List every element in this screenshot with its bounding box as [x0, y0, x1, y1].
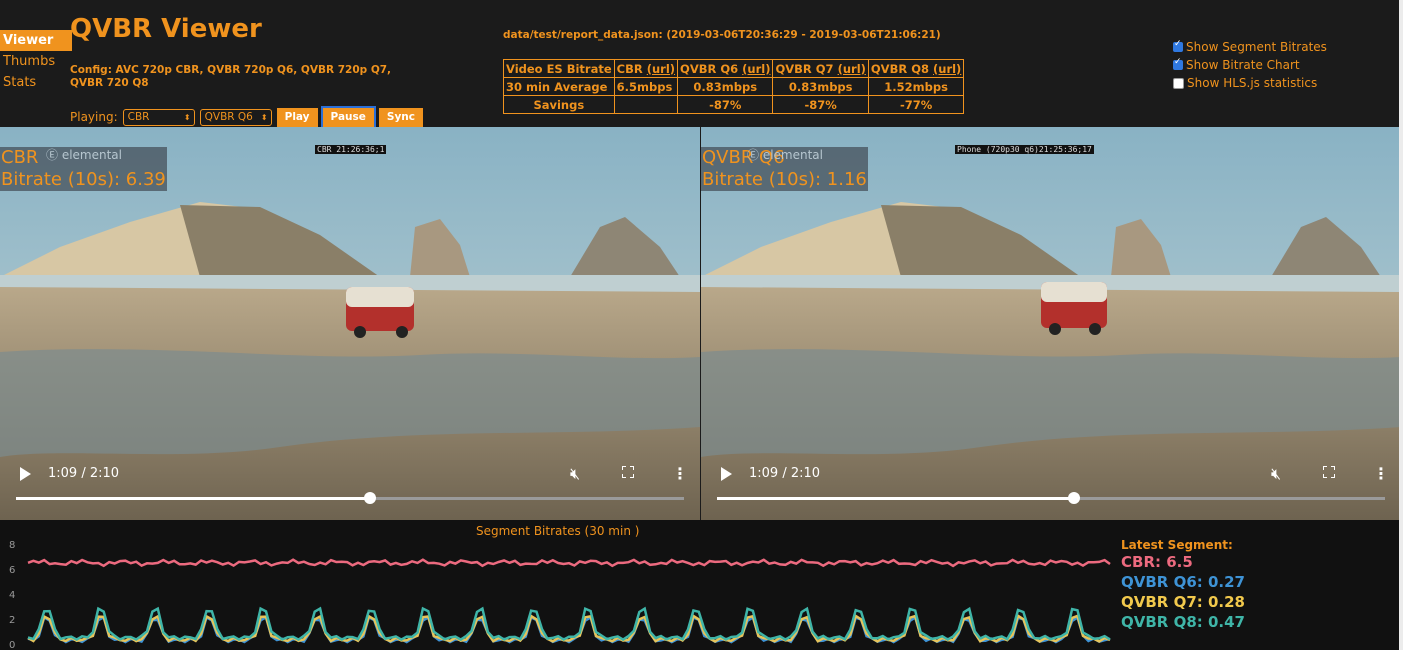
- latest-segment-legend: Latest Segment: CBR: 6.5 QVBR Q6: 0.27 Q…: [1121, 538, 1245, 632]
- options-checkboxes: Show Segment Bitrates Show Bitrate Chart…: [1173, 38, 1327, 92]
- table-row: Savings -87% -87% -77%: [503, 95, 965, 114]
- progress-knob[interactable]: [364, 492, 377, 504]
- progress-fill: [16, 497, 371, 500]
- table-header-cell: QVBR Q6 (url): [677, 59, 774, 78]
- timecode-burnin: Phone (720p30 q6)21:25:36;17: [955, 145, 1094, 154]
- checkbox-show-bitrate-chart[interactable]: Show Bitrate Chart: [1173, 56, 1327, 74]
- window-edge: [1399, 0, 1403, 650]
- y-tick-label: 0: [9, 640, 15, 650]
- progress-bar[interactable]: [16, 492, 684, 504]
- play-icon[interactable]: [20, 467, 31, 481]
- series-line-cbr: [27, 558, 1111, 568]
- right-select-value: QVBR Q6: [204, 110, 253, 123]
- latest-cbr: CBR: 6.5: [1121, 553, 1193, 571]
- playing-label: Playing:: [70, 110, 118, 124]
- latest-qvbr-q7: QVBR Q7: 0.28: [1121, 593, 1245, 611]
- checkbox-label: Show Segment Bitrates: [1186, 40, 1327, 54]
- checkbox-label: Show HLS.js statistics: [1187, 76, 1318, 90]
- bitrate-chart-panel: Segment Bitrates (30 min ) 02468 Latest …: [0, 520, 1403, 650]
- muted-speaker-icon[interactable]: 🔇︎: [570, 464, 580, 484]
- table-header-cell: QVBR Q7 (url): [772, 59, 869, 78]
- fullscreen-icon[interactable]: [1323, 466, 1335, 478]
- table-row: 30 min Average 6.5mbps 0.83mbps 0.83mbps…: [503, 77, 965, 96]
- right-player-select[interactable]: QVBR Q6 ⬍: [199, 108, 272, 126]
- muted-speaker-icon[interactable]: 🔇︎: [1271, 464, 1281, 484]
- table-cell: 0.83mbps: [772, 77, 869, 96]
- series-line-qvbr-q8: [27, 606, 1111, 642]
- checkbox-show-segment-bitrates[interactable]: Show Segment Bitrates: [1173, 38, 1327, 56]
- url-link[interactable]: (url): [742, 62, 770, 76]
- data-file-label: data/test/report_data.json: (2019-03-06T…: [503, 29, 941, 41]
- y-tick-label: 4: [9, 590, 15, 601]
- table-cell: 6.5mbps: [613, 77, 679, 96]
- more-options-icon[interactable]: ⋮: [672, 464, 688, 483]
- progress-knob[interactable]: [1068, 492, 1081, 504]
- select-arrows-icon: ⬍: [183, 112, 191, 122]
- table-cell: -87%: [677, 95, 774, 114]
- segment-bitrate-chart: 0 2 4 6 8: [9, 540, 1111, 650]
- table-header-cell: Video ES Bitrate: [503, 59, 615, 78]
- table-header-cell: CBR (url): [613, 59, 679, 78]
- app-title: QVBR Viewer: [70, 14, 262, 44]
- progress-fill: [717, 497, 1075, 500]
- table-cell: [613, 95, 679, 114]
- checkbox-label: Show Bitrate Chart: [1186, 58, 1300, 72]
- table-cell: Savings: [503, 95, 615, 114]
- table-cell: -87%: [772, 95, 869, 114]
- video-time: 1:09 / 2:10: [749, 466, 821, 481]
- play-button[interactable]: Play: [276, 107, 318, 127]
- player-bitrate: Bitrate (10s): 6.39: [1, 169, 166, 190]
- nav-item-thumbs[interactable]: Thumbs: [0, 51, 72, 72]
- latest-segment-header: Latest Segment:: [1121, 538, 1233, 552]
- video-player-left[interactable]: CBR Bitrate (10s): 6.39 Ⓔ elemental CBR 2…: [0, 127, 700, 520]
- pause-button[interactable]: Pause: [320, 105, 376, 129]
- y-tick-label: 6: [9, 565, 15, 576]
- select-arrows-icon: ⬍: [260, 112, 268, 122]
- nav-menu: Viewer Thumbs Stats: [0, 30, 72, 93]
- player-bitrate: Bitrate (10s): 1.16: [702, 169, 867, 190]
- more-options-icon[interactable]: ⋮: [1373, 464, 1389, 483]
- table-cell: 1.52mbps: [867, 77, 965, 96]
- left-player-select[interactable]: CBR ⬍: [122, 108, 195, 126]
- table-cell: 30 min Average: [503, 77, 615, 96]
- config-text: Config: AVC 720p CBR, QVBR 720p Q6, QVBR…: [70, 64, 392, 89]
- video-controls: 1:09 / 2:10 🔇︎ ⋮: [0, 457, 700, 520]
- video-player-right[interactable]: QVBR Q6 Bitrate (10s): 1.16 Ⓔ elemental P…: [701, 127, 1401, 520]
- checkbox-show-hlsjs-statistics[interactable]: Show HLS.js statistics: [1173, 74, 1327, 92]
- video-controls: 1:09 / 2:10 🔇︎ ⋮: [701, 457, 1401, 520]
- url-link[interactable]: (url): [933, 62, 961, 76]
- checkbox-unchecked-icon[interactable]: [1173, 77, 1184, 89]
- left-select-value: CBR: [127, 110, 150, 123]
- checkbox-checked-icon[interactable]: [1173, 57, 1183, 70]
- elemental-watermark: Ⓔ elemental: [46, 148, 122, 162]
- video-time: 1:09 / 2:10: [48, 466, 120, 481]
- url-link[interactable]: (url): [838, 62, 866, 76]
- timecode-burnin: CBR 21:26:36;1: [315, 145, 387, 154]
- table-cell: -77%: [867, 95, 965, 114]
- play-icon[interactable]: [721, 467, 732, 481]
- url-link[interactable]: (url): [647, 62, 675, 76]
- checkbox-checked-icon[interactable]: [1173, 39, 1183, 52]
- latest-qvbr-q8: QVBR Q8: 0.47: [1121, 613, 1245, 631]
- nav-item-stats[interactable]: Stats: [0, 72, 72, 93]
- progress-bar[interactable]: [717, 492, 1385, 504]
- y-tick-label: 8: [9, 540, 15, 551]
- sync-button[interactable]: Sync: [378, 107, 423, 127]
- table-cell: 0.83mbps: [677, 77, 774, 96]
- table-header-cell: QVBR Q8 (url): [867, 59, 965, 78]
- y-tick-label: 2: [9, 615, 15, 626]
- nav-item-viewer[interactable]: Viewer: [0, 30, 72, 51]
- fullscreen-icon[interactable]: [622, 466, 634, 478]
- latest-qvbr-q6: QVBR Q6: 0.27: [1121, 573, 1245, 591]
- table-header-row: Video ES Bitrate CBR (url) QVBR Q6 (url)…: [503, 59, 965, 78]
- bitrate-stats-table: Video ES Bitrate CBR (url) QVBR Q6 (url)…: [503, 59, 965, 114]
- playing-controls: Playing: CBR ⬍ QVBR Q6 ⬍ Play Pause Sync: [70, 105, 423, 129]
- elemental-watermark: Ⓔ elemental: [747, 148, 823, 162]
